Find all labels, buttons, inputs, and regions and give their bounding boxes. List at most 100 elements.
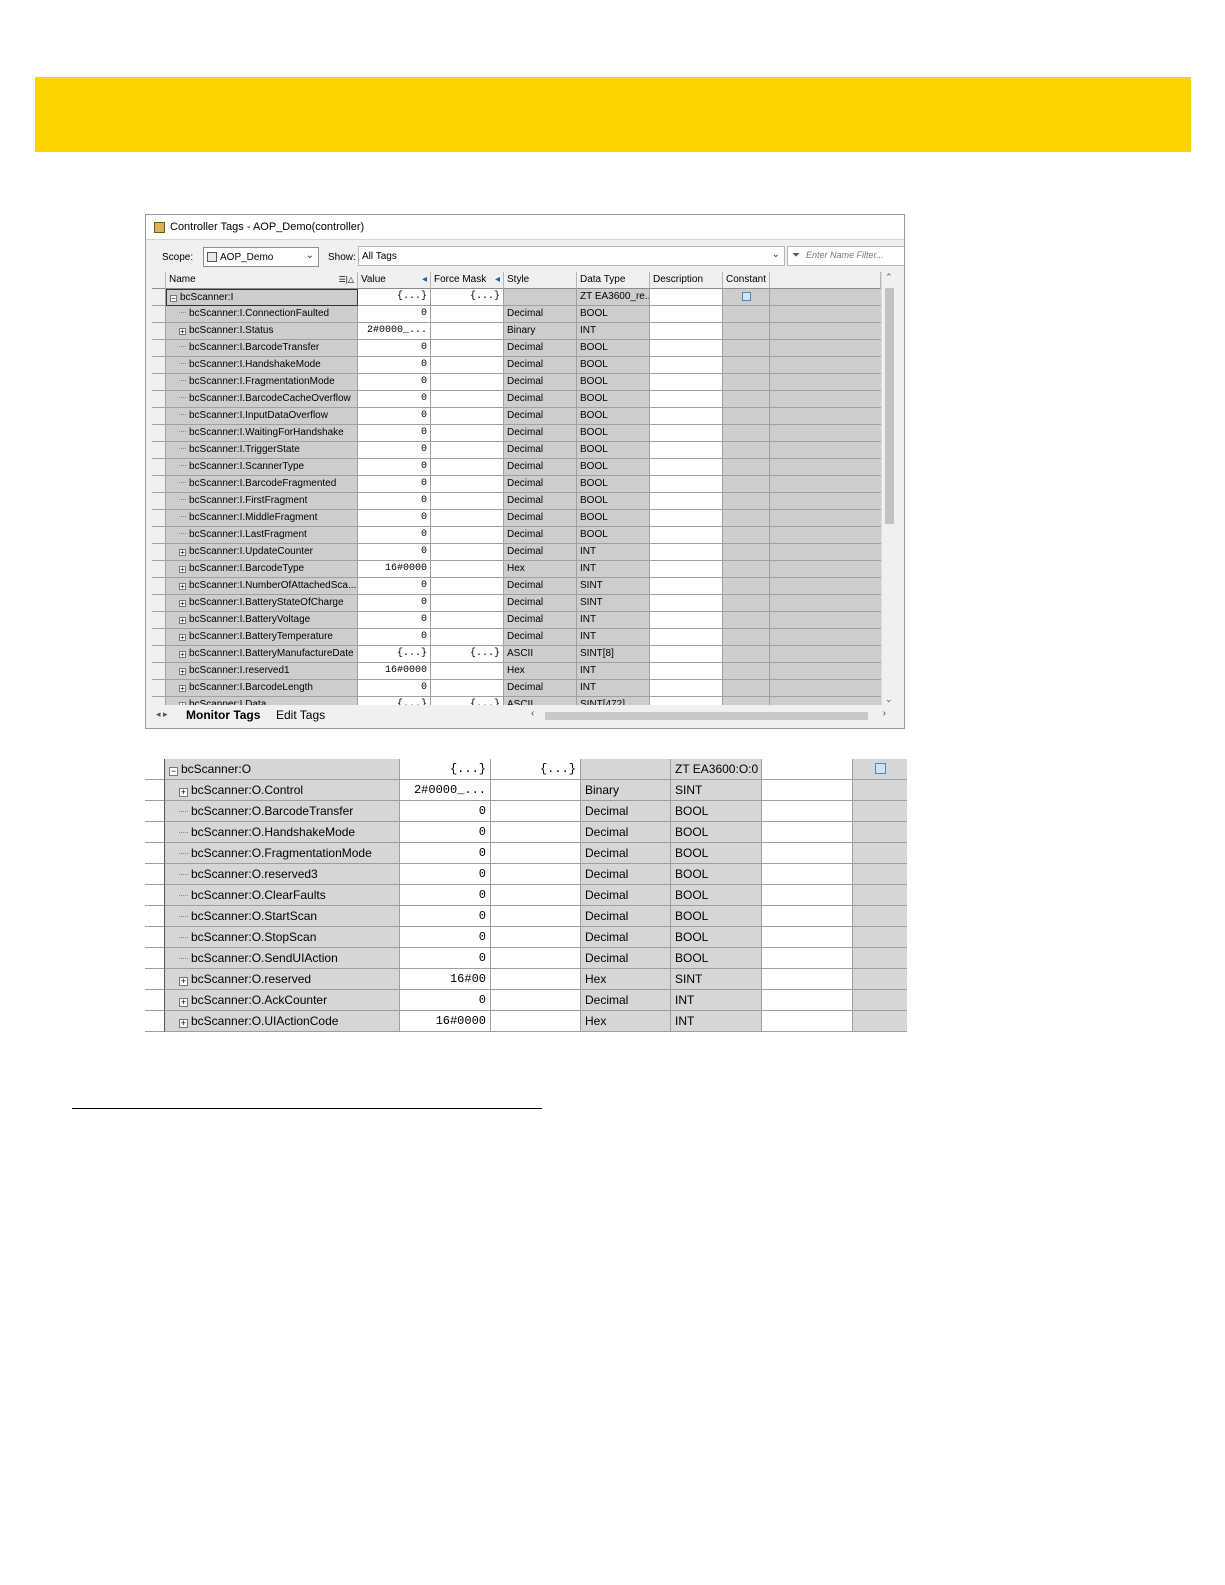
data-type-cell[interactable]: BOOL xyxy=(577,340,650,357)
tag-name-cell[interactable]: bcScanner:O.FragmentationMode xyxy=(165,843,400,864)
value-cell[interactable]: 0 xyxy=(358,476,431,493)
style-cell[interactable]: ASCII xyxy=(504,697,577,705)
force-mask-cell[interactable] xyxy=(431,595,504,612)
tag-name-cell[interactable]: bcScanner:I.FirstFragment xyxy=(166,493,358,510)
value-cell[interactable]: 0 xyxy=(358,680,431,697)
value-cell[interactable]: 0 xyxy=(400,843,491,864)
description-cell[interactable] xyxy=(650,357,723,374)
data-type-cell[interactable]: BOOL xyxy=(577,357,650,374)
constant-cell[interactable] xyxy=(723,493,770,510)
constant-cell[interactable] xyxy=(723,646,770,663)
description-cell[interactable] xyxy=(762,990,853,1011)
data-type-cell[interactable]: ZT EA3600_re... xyxy=(577,289,650,306)
force-mask-cell[interactable] xyxy=(431,459,504,476)
force-mask-cell[interactable] xyxy=(431,544,504,561)
force-mask-cell[interactable]: {...} xyxy=(491,759,581,780)
constant-cell[interactable] xyxy=(723,425,770,442)
force-mask-cell[interactable] xyxy=(431,527,504,544)
expand-plus-icon[interactable]: + xyxy=(179,668,186,676)
column-header-data-type[interactable]: Data Type xyxy=(577,272,650,289)
style-cell[interactable]: Decimal xyxy=(504,476,577,493)
constant-cell[interactable] xyxy=(853,1011,907,1032)
style-cell[interactable]: Decimal xyxy=(581,948,671,969)
style-cell[interactable]: Decimal xyxy=(504,612,577,629)
style-cell[interactable]: Decimal xyxy=(581,990,671,1011)
row-header[interactable] xyxy=(152,544,166,561)
value-cell[interactable]: 0 xyxy=(400,906,491,927)
style-cell[interactable]: Decimal xyxy=(581,906,671,927)
tag-name-cell[interactable]: +bcScanner:I.Data xyxy=(166,697,358,705)
constant-checkbox[interactable] xyxy=(741,292,751,301)
tag-name-cell[interactable]: bcScanner:I.BarcodeFragmented xyxy=(166,476,358,493)
style-cell[interactable]: Binary xyxy=(581,780,671,801)
value-cell[interactable]: 0 xyxy=(358,578,431,595)
constant-cell[interactable] xyxy=(723,527,770,544)
constant-cell[interactable] xyxy=(723,595,770,612)
value-cell[interactable]: {...} xyxy=(400,759,491,780)
description-cell[interactable] xyxy=(762,1011,853,1032)
data-type-cell[interactable]: INT xyxy=(577,629,650,646)
tag-name-cell[interactable]: + bcScanner:I.BatteryVoltage xyxy=(166,612,358,629)
description-cell[interactable] xyxy=(762,780,853,801)
tag-name-cell[interactable]: − bcScanner:O xyxy=(165,759,400,780)
tag-name-cell[interactable]: + bcScanner:I.BarcodeType xyxy=(166,561,358,578)
data-type-cell[interactable]: BOOL xyxy=(577,459,650,476)
style-cell[interactable]: Hex xyxy=(581,1011,671,1032)
data-type-cell[interactable]: BOOL xyxy=(671,927,762,948)
constant-cell[interactable] xyxy=(853,864,907,885)
description-cell[interactable] xyxy=(650,374,723,391)
value-cell[interactable]: {...} xyxy=(358,289,431,306)
tag-name-cell[interactable]: + bcScanner:I.BatteryStateOfCharge xyxy=(166,595,358,612)
tag-name-cell[interactable]: bcScanner:I.ScannerType xyxy=(166,459,358,476)
data-type-cell[interactable]: BOOL xyxy=(671,864,762,885)
constant-cell[interactable] xyxy=(853,759,907,780)
constant-checkbox[interactable] xyxy=(874,763,886,774)
value-cell[interactable]: 0 xyxy=(358,340,431,357)
row-header[interactable] xyxy=(145,885,165,906)
tag-name-cell[interactable]: bcScanner:I.TriggerState xyxy=(166,442,358,459)
force-mask-cell[interactable] xyxy=(431,510,504,527)
row-header[interactable] xyxy=(145,906,165,927)
force-mask-cell[interactable] xyxy=(491,780,581,801)
constant-cell[interactable] xyxy=(723,510,770,527)
description-cell[interactable] xyxy=(650,425,723,442)
style-cell[interactable]: Decimal xyxy=(504,306,577,323)
description-cell[interactable] xyxy=(650,646,723,663)
force-mask-cell[interactable] xyxy=(431,391,504,408)
tag-name-cell[interactable]: + bcScanner:I.NumberOfAttachedSca... xyxy=(166,578,358,595)
data-type-cell[interactable]: BOOL xyxy=(577,306,650,323)
row-header[interactable] xyxy=(152,289,166,306)
description-cell[interactable] xyxy=(650,459,723,476)
constant-cell[interactable] xyxy=(853,927,907,948)
constant-cell[interactable] xyxy=(723,374,770,391)
data-type-cell[interactable]: BOOL xyxy=(577,408,650,425)
value-cell[interactable]: 0 xyxy=(400,927,491,948)
style-cell[interactable]: Decimal xyxy=(581,843,671,864)
scroll-thumb[interactable] xyxy=(885,288,894,524)
expand-plus-icon[interactable]: + xyxy=(179,651,186,659)
value-cell[interactable]: 0 xyxy=(358,612,431,629)
force-mask-cell[interactable] xyxy=(431,442,504,459)
data-type-cell[interactable]: BOOL xyxy=(671,801,762,822)
data-type-cell[interactable]: BOOL xyxy=(577,442,650,459)
data-type-cell[interactable]: BOOL xyxy=(577,510,650,527)
scope-select[interactable]: AOP_Demo ⌄ xyxy=(203,247,319,267)
constant-cell[interactable] xyxy=(853,969,907,990)
description-cell[interactable] xyxy=(762,864,853,885)
tab-nav-icon[interactable]: ◂ ▸ xyxy=(156,709,168,720)
description-cell[interactable] xyxy=(650,544,723,561)
expand-plus-icon[interactable]: + xyxy=(179,702,186,705)
expand-plus-icon[interactable]: + xyxy=(179,583,186,591)
row-header[interactable] xyxy=(152,425,166,442)
constant-cell[interactable] xyxy=(853,948,907,969)
constant-cell[interactable] xyxy=(723,561,770,578)
expand-plus-icon[interactable]: + xyxy=(179,600,186,608)
expand-plus-icon[interactable]: + xyxy=(179,977,188,986)
row-header[interactable] xyxy=(152,680,166,697)
row-header[interactable] xyxy=(152,629,166,646)
scroll-up-icon[interactable]: ⌃ xyxy=(885,272,893,283)
style-cell[interactable]: Decimal xyxy=(504,425,577,442)
tag-name-cell[interactable]: + bcScanner:I.Status xyxy=(166,323,358,340)
style-cell[interactable]: Decimal xyxy=(504,408,577,425)
tag-name-cell[interactable]: bcScanner:I.HandshakeMode xyxy=(166,357,358,374)
